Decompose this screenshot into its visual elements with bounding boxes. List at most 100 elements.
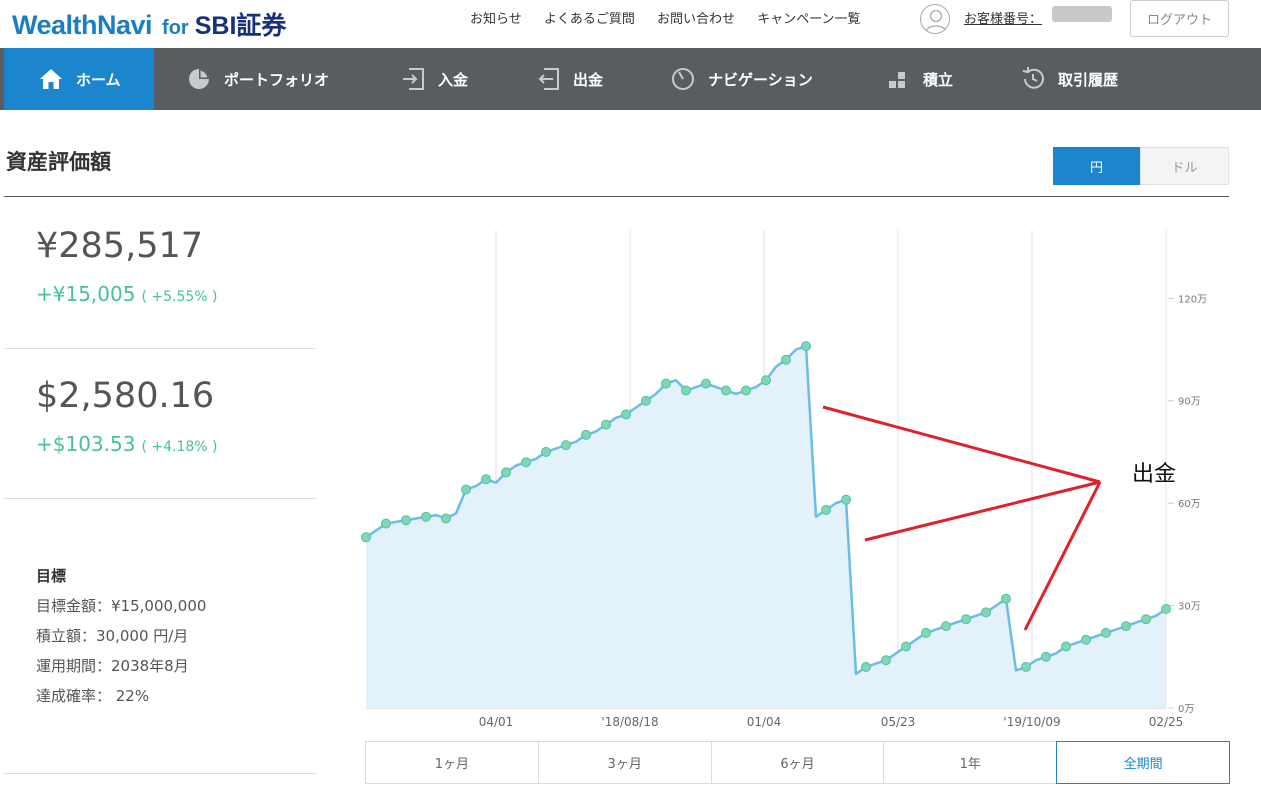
x-tick-label: 01/04: [747, 715, 782, 729]
data-point: [381, 518, 391, 529]
history-icon: [1022, 67, 1044, 89]
goal-target-amount: 目標金額：¥15,000,000: [36, 597, 207, 615]
data-point: [1101, 627, 1111, 638]
data-point: [1121, 621, 1131, 632]
data-point: [361, 532, 371, 543]
goal-monthly-amount: 積立額：30,000 円/月: [36, 627, 189, 645]
logo-partner: SBI証券: [194, 12, 287, 40]
data-point: [1081, 634, 1091, 645]
currency-yen-button[interactable]: 円: [1053, 147, 1140, 185]
period-3m[interactable]: 3ヶ月: [537, 741, 712, 784]
nav-label: ホーム: [76, 70, 121, 89]
nav-item-deposit[interactable]: 入金: [400, 48, 468, 110]
data-point: [601, 419, 611, 430]
data-point: [1161, 604, 1171, 614]
data-point: [641, 395, 651, 406]
logo-main: WealthNavi: [12, 10, 153, 40]
avatar-icon[interactable]: [920, 4, 950, 34]
usd-total-value: $2,580.16: [36, 376, 215, 416]
data-point: [1061, 641, 1071, 652]
period-tabs: 1ヶ月 3ヶ月 6ヶ月 1年 全期間: [365, 741, 1230, 784]
data-point: [921, 627, 931, 638]
goal-title: 目標: [36, 567, 67, 585]
data-point: [661, 378, 671, 389]
goal-probability: 達成確率： 22%: [36, 687, 150, 705]
y-tick-label: 0万: [1178, 704, 1194, 715]
data-point: [681, 385, 691, 396]
link-faq[interactable]: よくあるご質問: [544, 12, 635, 27]
data-point: [561, 440, 571, 451]
nav-item-navigation[interactable]: ナビゲーション: [670, 48, 813, 110]
link-news[interactable]: お知らせ: [470, 12, 522, 27]
data-point: [1141, 614, 1151, 625]
nav-item-history[interactable]: 取引履歴: [1020, 48, 1118, 110]
data-point: [501, 467, 511, 478]
nav-item-withdraw[interactable]: 出金: [535, 48, 603, 110]
data-point: [1001, 593, 1011, 604]
usd-change-percent: ( +4.18% ): [141, 439, 218, 455]
x-tick-label: 05/23: [881, 715, 916, 729]
gauge-icon: [672, 68, 694, 90]
customer-number-link[interactable]: お客様番号：: [964, 8, 1042, 27]
period-1m[interactable]: 1ヶ月: [365, 741, 539, 784]
data-point: [721, 385, 731, 396]
top-links: お知らせ よくあるご質問 お問い合わせ キャンペーン一覧: [470, 8, 879, 27]
nav-item-portfolio[interactable]: ポートフォリオ: [186, 48, 329, 110]
link-campaigns[interactable]: キャンペーン一覧: [757, 12, 860, 27]
data-point: [741, 385, 751, 396]
data-point: [881, 655, 891, 666]
title-divider: [4, 196, 1229, 197]
data-point: [901, 641, 911, 652]
currency-usd-button[interactable]: ドル: [1140, 147, 1229, 185]
customer-number-masked: [1052, 6, 1112, 22]
pie-chart-icon: [189, 69, 209, 89]
x-tick-label: 02/25: [1149, 715, 1184, 729]
x-tick-label: '18/08/18: [601, 715, 658, 729]
goal-period: 運用期間：2038年8月: [36, 657, 189, 675]
y-tick-label: 60万: [1178, 499, 1201, 510]
period-6m[interactable]: 6ヶ月: [710, 741, 885, 784]
nav-label: 入金: [438, 70, 469, 89]
yen-change-percent: ( +5.55% ): [141, 289, 218, 305]
data-point: [861, 662, 871, 672]
logout-button[interactable]: ログアウト: [1130, 0, 1229, 37]
data-point: [701, 378, 711, 389]
withdrawal-arrow: [822, 405, 1101, 484]
nav-label: ナビゲーション: [708, 70, 813, 89]
link-contact[interactable]: お問い合わせ: [657, 12, 735, 27]
data-point: [821, 505, 831, 515]
data-point: [961, 614, 971, 625]
main-nav: ホーム ポートフォリオ 入金 出金 ナビゲーション 積立 取引履歴: [0, 48, 1261, 110]
asset-chart: 04/01 '18/08/18 01/04 05/23 '19/10/09 02/250万…: [361, 230, 1207, 729]
nav-item-home[interactable]: ホーム: [4, 48, 154, 110]
period-1y[interactable]: 1年: [883, 741, 1058, 784]
withdraw-icon: [538, 68, 559, 90]
y-tick-label: 120万: [1178, 294, 1207, 305]
blocks-icon: [889, 72, 905, 88]
data-point: [801, 341, 811, 352]
data-point: [481, 474, 491, 485]
data-point: [1021, 662, 1031, 672]
data-point: [521, 457, 531, 468]
data-point: [1041, 651, 1051, 662]
nav-label: 出金: [573, 70, 604, 89]
data-point: [401, 515, 411, 526]
usd-change: +$103.53 ( +4.18% ): [36, 432, 218, 456]
nav-label: 積立: [923, 70, 954, 89]
usd-change-amount: +$103.53: [36, 432, 136, 456]
nav-item-recurring[interactable]: 積立: [885, 48, 953, 110]
yen-change-amount: +¥15,005: [36, 282, 136, 306]
deposit-icon: [403, 68, 424, 90]
x-tick-label: '19/10/09: [1003, 715, 1060, 729]
data-point: [761, 375, 771, 386]
x-tick-label: 04/01: [479, 715, 514, 729]
data-point: [941, 621, 951, 632]
period-all[interactable]: 全期間: [1056, 741, 1230, 784]
data-point: [621, 409, 631, 420]
logo-for: for: [162, 17, 189, 39]
data-point: [541, 446, 551, 457]
page-title: 資産評価額: [6, 150, 111, 174]
withdrawal-arrow: [1023, 481, 1102, 631]
data-point: [461, 484, 471, 495]
logo[interactable]: WealthNavi for SBI証券: [12, 6, 286, 42]
